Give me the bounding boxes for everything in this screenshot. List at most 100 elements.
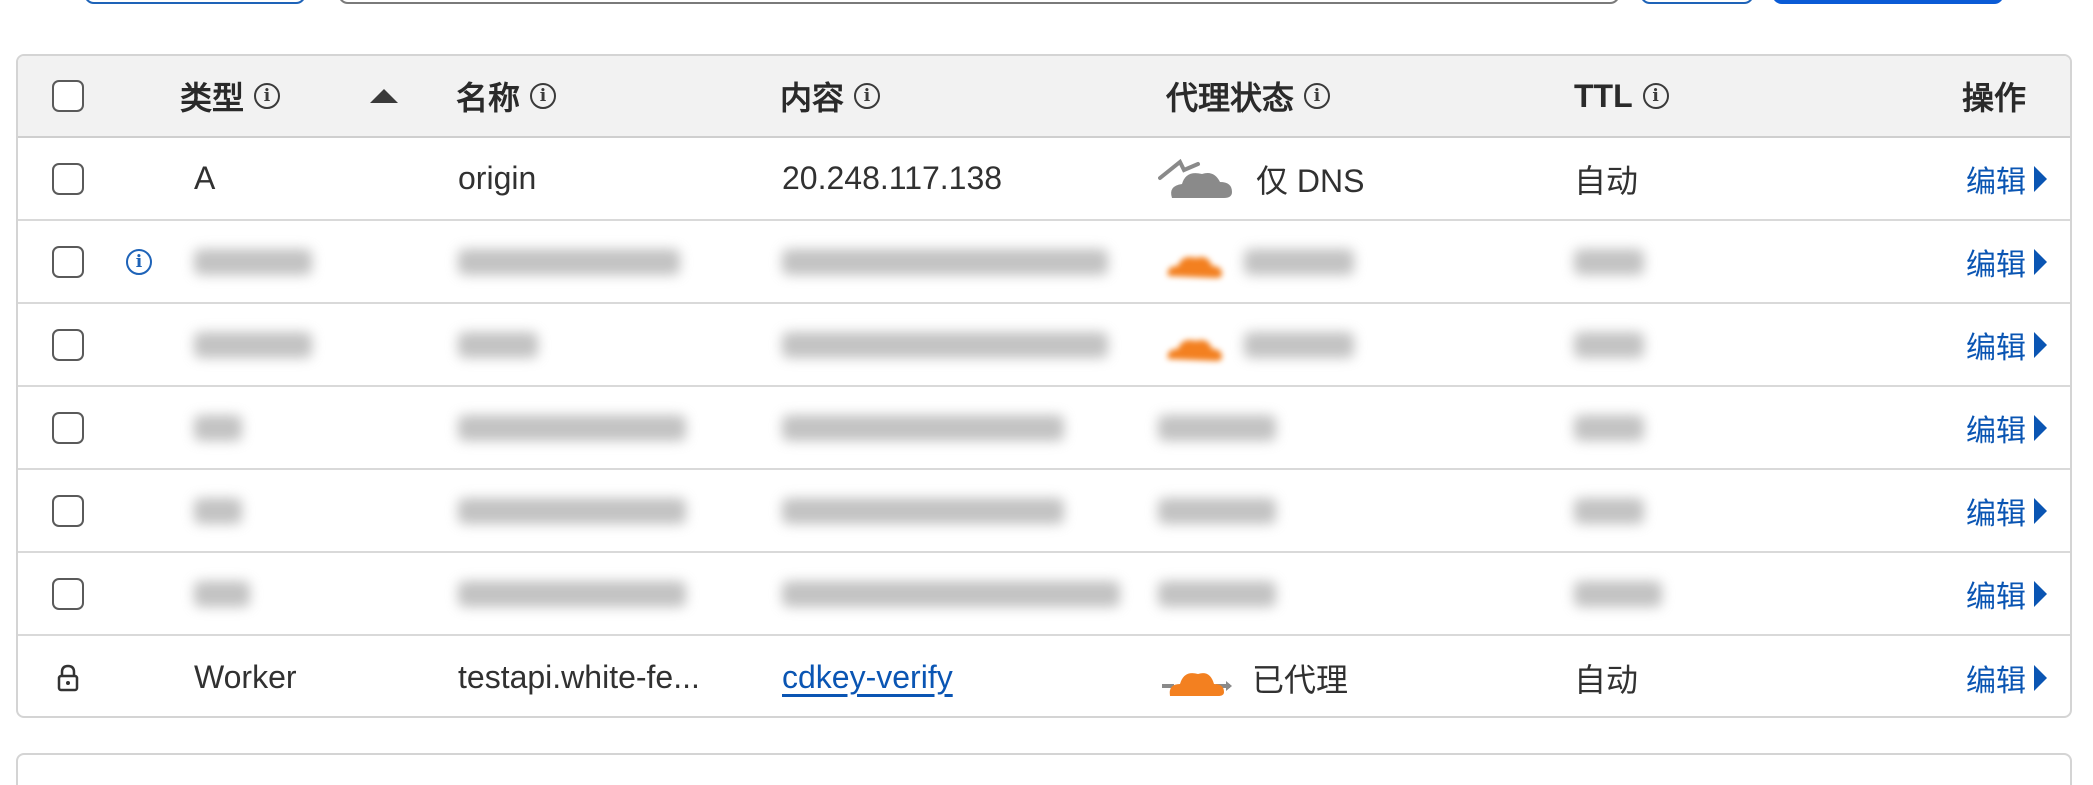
edit-button[interactable]: 编辑 bbox=[1966, 470, 2047, 551]
column-header-name[interactable]: 名称 i bbox=[456, 56, 557, 136]
dns-only-cloud-icon bbox=[1158, 158, 1232, 198]
proxy-status-label: 仅 DNS bbox=[1256, 162, 1365, 199]
redacted-content bbox=[782, 497, 1064, 524]
chevron-right-icon bbox=[2034, 248, 2047, 275]
column-header-proxy-status-label: 代理状态 bbox=[1166, 80, 1295, 116]
redacted-name bbox=[458, 331, 538, 358]
edit-label: 编辑 bbox=[1966, 165, 2026, 199]
record-content-link[interactable]: cdkey-verify bbox=[782, 659, 953, 696]
row-checkbox[interactable] bbox=[52, 494, 84, 527]
chevron-right-icon bbox=[2034, 165, 2047, 192]
proxied-cloud-icon bbox=[1162, 672, 1232, 696]
top-search-input[interactable] bbox=[338, 0, 1620, 4]
table-header-row: 类型 i 名称 i 内容 i 代理状态 i TTL i 操作 bbox=[18, 56, 2070, 138]
row-checkbox[interactable] bbox=[52, 328, 84, 361]
next-section-card bbox=[16, 753, 2072, 785]
top-primary-button[interactable] bbox=[1772, 0, 2004, 4]
redacted-content bbox=[782, 331, 1108, 358]
info-icon[interactable]: i bbox=[854, 83, 881, 109]
info-icon[interactable]: i bbox=[254, 83, 281, 109]
redacted-type bbox=[194, 497, 242, 524]
edit-label: 编辑 bbox=[1966, 414, 2026, 448]
column-header-content-label: 内容 bbox=[780, 80, 845, 116]
info-icon[interactable]: i bbox=[530, 83, 557, 109]
proxied-cloud-icon bbox=[1167, 339, 1222, 361]
column-header-type[interactable]: 类型 i bbox=[180, 56, 281, 136]
edit-button[interactable]: 编辑 bbox=[1966, 553, 2047, 634]
row-checkbox[interactable] bbox=[52, 162, 84, 195]
record-ttl: 自动 bbox=[1574, 162, 1639, 199]
redacted-type bbox=[194, 331, 312, 358]
redacted-proxy-status bbox=[1244, 248, 1354, 275]
redacted-name bbox=[458, 248, 680, 275]
sort-ascending-icon[interactable] bbox=[370, 89, 398, 103]
edit-button[interactable]: 编辑 bbox=[1966, 221, 2047, 302]
table-row: 编辑 bbox=[18, 304, 2070, 387]
row-checkbox[interactable] bbox=[52, 245, 84, 278]
redacted-proxy-status bbox=[1244, 331, 1354, 358]
row-checkbox[interactable] bbox=[52, 411, 84, 444]
edit-button[interactable]: 编辑 bbox=[1966, 387, 2047, 468]
edit-button[interactable]: 编辑 bbox=[1966, 138, 2047, 219]
column-header-ttl-label: TTL bbox=[1574, 77, 1633, 114]
record-name: testapi.white-fe... bbox=[458, 659, 700, 695]
top-filter-button[interactable] bbox=[84, 0, 306, 4]
column-header-name-label: 名称 bbox=[456, 80, 521, 116]
redacted-proxy-status bbox=[1158, 414, 1276, 441]
select-all-checkbox[interactable] bbox=[52, 80, 84, 112]
edit-button[interactable]: 编辑 bbox=[1966, 636, 2047, 716]
chevron-right-icon bbox=[2034, 580, 2047, 607]
table-row: A origin 20.248.117.138 仅 DNS 自动 编辑 bbox=[18, 138, 2070, 221]
table-row: 编辑 bbox=[18, 553, 2070, 636]
redacted-ttl bbox=[1574, 580, 1662, 607]
proxy-status-label: 已代理 bbox=[1252, 661, 1349, 698]
edit-label: 编辑 bbox=[1966, 497, 2026, 531]
record-ttl: 自动 bbox=[1574, 661, 1639, 698]
redacted-ttl bbox=[1574, 497, 1644, 524]
column-header-actions-label: 操作 bbox=[1962, 80, 2027, 116]
redacted-name bbox=[458, 497, 686, 524]
redacted-name bbox=[458, 414, 686, 441]
info-icon[interactable]: i bbox=[126, 248, 152, 275]
redacted-type bbox=[194, 248, 312, 275]
redacted-proxy-status bbox=[1158, 580, 1276, 607]
redacted-content bbox=[782, 414, 1064, 441]
record-type: A bbox=[194, 160, 216, 196]
table-row: i 编辑 bbox=[18, 221, 2070, 304]
redacted-content bbox=[782, 248, 1108, 275]
lock-icon bbox=[57, 664, 79, 691]
edit-label: 编辑 bbox=[1966, 664, 2026, 698]
top-action-button[interactable] bbox=[1640, 0, 1754, 4]
edit-button[interactable]: 编辑 bbox=[1966, 304, 2047, 385]
redacted-type bbox=[194, 414, 242, 441]
table-row: 编辑 bbox=[18, 387, 2070, 470]
dns-records-table: 类型 i 名称 i 内容 i 代理状态 i TTL i 操作 A origin … bbox=[16, 54, 2072, 718]
record-type: Worker bbox=[194, 659, 297, 695]
chevron-right-icon bbox=[2034, 497, 2047, 524]
chevron-right-icon bbox=[2034, 664, 2047, 691]
edit-label: 编辑 bbox=[1966, 248, 2026, 282]
table-row: Worker testapi.white-fe... cdkey-verify … bbox=[18, 636, 2070, 716]
redacted-type bbox=[194, 580, 250, 607]
column-header-ttl[interactable]: TTL i bbox=[1574, 56, 1669, 136]
redacted-ttl bbox=[1574, 414, 1644, 441]
row-checkbox[interactable] bbox=[52, 577, 84, 610]
redacted-name bbox=[458, 580, 686, 607]
redacted-ttl bbox=[1574, 331, 1644, 358]
redacted-proxy-status bbox=[1158, 497, 1276, 524]
record-content: 20.248.117.138 bbox=[782, 160, 1003, 196]
column-header-content[interactable]: 内容 i bbox=[780, 56, 881, 136]
record-name: origin bbox=[458, 160, 537, 196]
info-icon[interactable]: i bbox=[1642, 83, 1669, 109]
column-header-type-label: 类型 bbox=[180, 80, 245, 116]
column-header-proxy-status[interactable]: 代理状态 i bbox=[1166, 56, 1331, 136]
table-row: 编辑 bbox=[18, 470, 2070, 553]
proxied-cloud-icon bbox=[1167, 256, 1222, 278]
chevron-right-icon bbox=[2034, 414, 2047, 441]
edit-label: 编辑 bbox=[1966, 331, 2026, 365]
redacted-content bbox=[782, 580, 1120, 607]
redacted-ttl bbox=[1574, 248, 1644, 275]
info-icon[interactable]: i bbox=[1304, 83, 1331, 109]
chevron-right-icon bbox=[2034, 331, 2047, 358]
edit-label: 编辑 bbox=[1966, 580, 2026, 614]
